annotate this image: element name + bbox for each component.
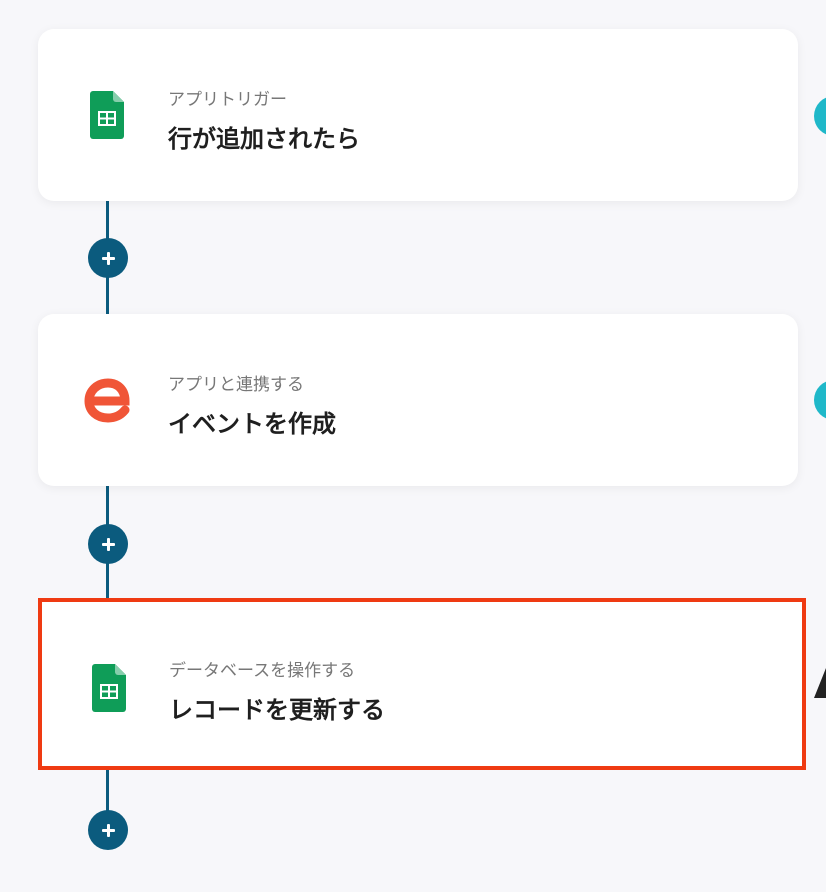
add-step-button[interactable]	[88, 524, 128, 564]
step-title: イベントを作成	[168, 410, 336, 438]
flow-step-card-3[interactable]: データベースを操作する レコードを更新する	[38, 598, 806, 770]
status-indicator	[814, 380, 826, 420]
step-type-label: アプリと連携する	[168, 375, 304, 395]
flow-step-card-2[interactable]: アプリと連携する イベントを作成	[38, 314, 798, 486]
add-step-button[interactable]	[88, 238, 128, 278]
step-title: レコードを更新する	[169, 696, 385, 724]
flow-connector-line	[106, 768, 109, 812]
add-step-button[interactable]	[88, 810, 128, 850]
step-type-label: データベースを操作する	[169, 661, 356, 681]
eventbrite-icon	[84, 377, 132, 427]
step-title: 行が追加されたら	[168, 125, 360, 153]
flow-step-card-1[interactable]: アプリトリガー 行が追加されたら	[38, 29, 798, 201]
warning-icon	[814, 668, 826, 702]
status-indicator	[814, 96, 826, 136]
google-sheets-icon	[92, 664, 126, 716]
google-sheets-icon	[90, 91, 124, 143]
step-type-label: アプリトリガー	[168, 90, 287, 110]
